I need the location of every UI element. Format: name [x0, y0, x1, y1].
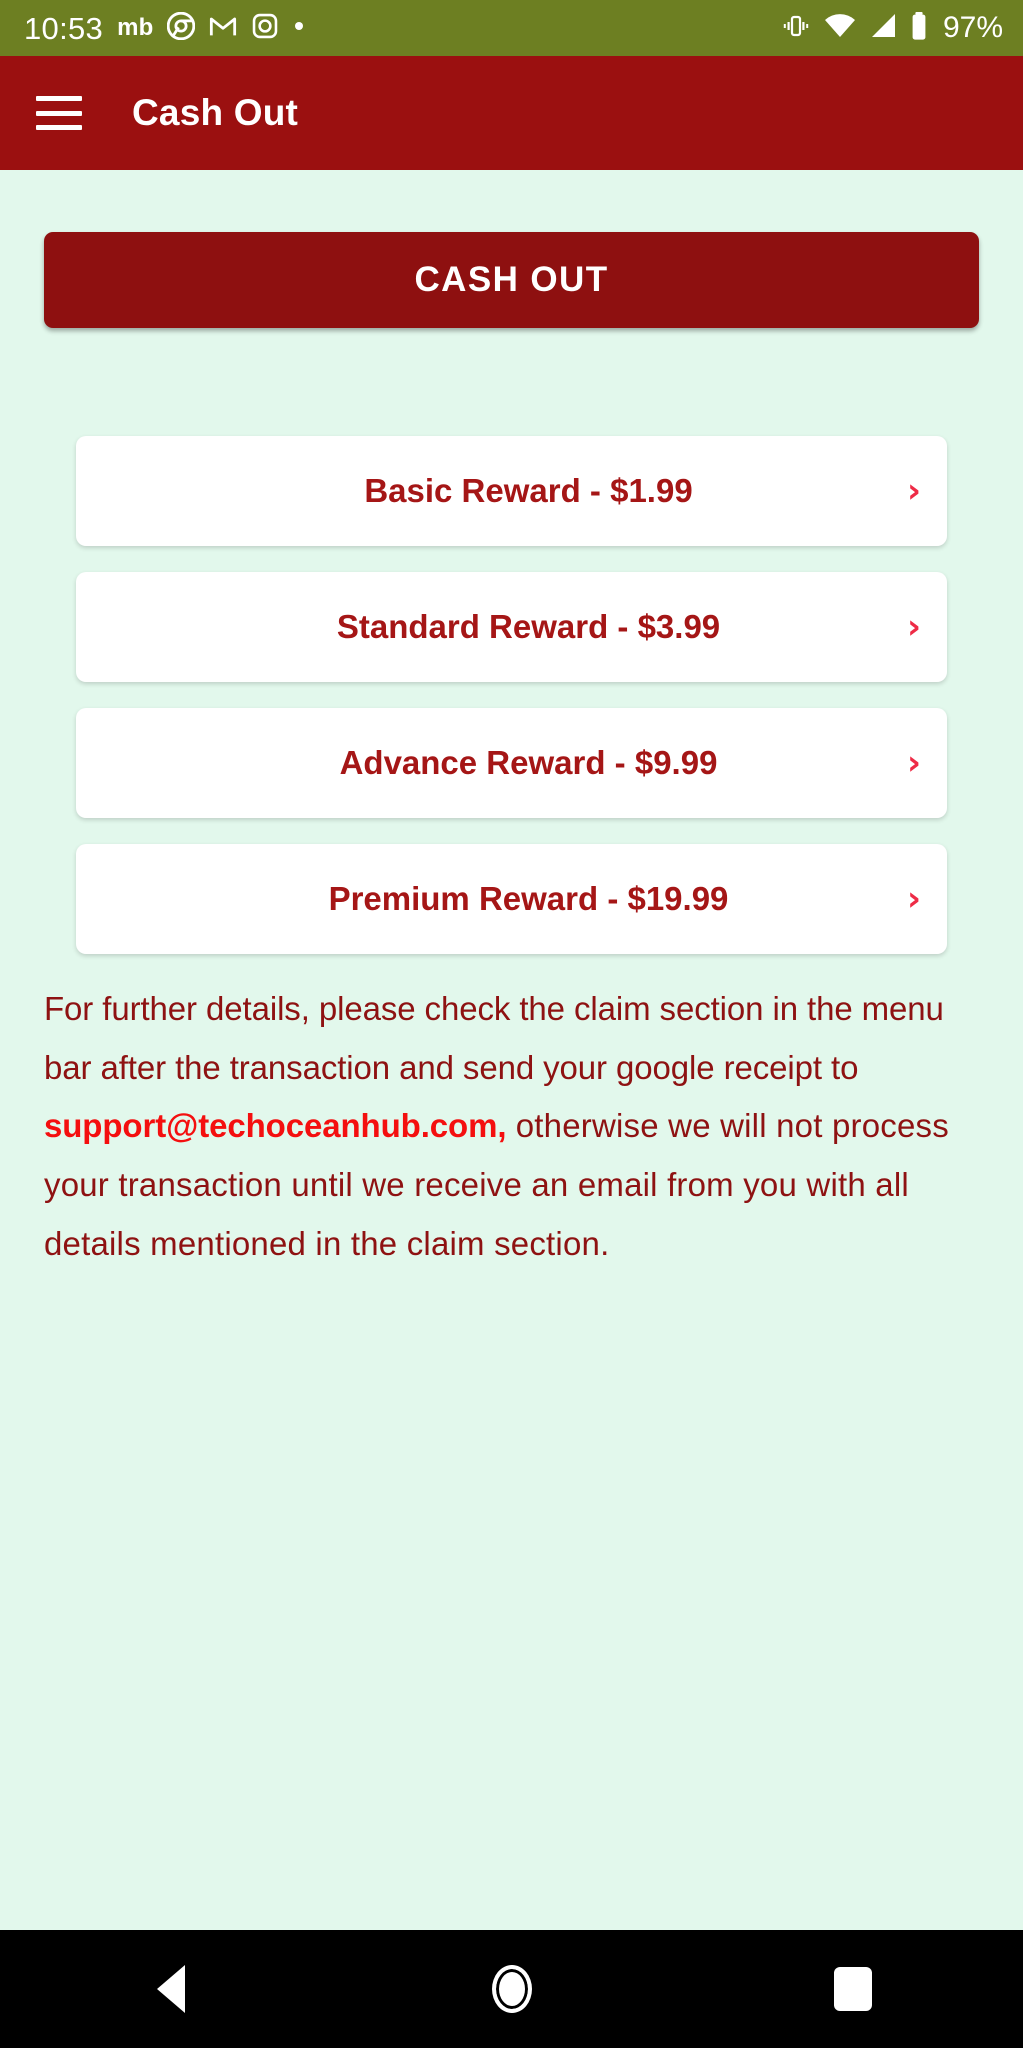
status-bar: 10:53 mb 97%: [0, 0, 1023, 56]
chevron-right-icon: ›: [906, 879, 921, 919]
reward-label: Advance Reward - $9.99: [339, 744, 718, 781]
reward-label: Standard Reward - $3.99: [336, 608, 721, 645]
cash-out-button-label: CASH OUT: [414, 260, 609, 299]
reward-card-advance[interactable]: Advance Reward - $9.99 ›: [76, 708, 947, 818]
cash-out-button[interactable]: CASH OUT: [44, 232, 979, 328]
instagram-icon: [251, 12, 279, 45]
instructions-note: For further details, please check the cl…: [44, 980, 979, 1274]
app-bar: Cash Out: [0, 56, 1023, 170]
hamburger-line: [36, 125, 82, 130]
support-email[interactable]: support@techoceanhub.com,: [44, 1107, 506, 1144]
battery-icon: [910, 11, 928, 46]
reward-label: Basic Reward - $1.99: [364, 472, 693, 509]
chrome-icon: [167, 11, 196, 45]
triangle-back-icon: [156, 1965, 185, 2013]
circle-home-icon: [491, 1965, 532, 2013]
status-time: 10:53: [24, 10, 104, 46]
reward-card-standard[interactable]: Standard Reward - $3.99 ›: [76, 572, 947, 682]
status-bar-left: 10:53 mb: [24, 10, 305, 46]
main-content: CASH OUT Basic Reward - $1.99 › Standard…: [0, 170, 1023, 1930]
back-button[interactable]: [101, 1930, 241, 2048]
gmail-icon: [209, 12, 237, 45]
note-text-before-email: For further details, please check the cl…: [44, 990, 944, 1086]
reward-list: Basic Reward - $1.99 › Standard Reward -…: [44, 436, 979, 954]
system-navigation-bar: [0, 1930, 1023, 2048]
reward-card-basic[interactable]: Basic Reward - $1.99 ›: [76, 436, 947, 546]
hamburger-line: [36, 110, 82, 116]
chevron-right-icon: ›: [906, 607, 921, 647]
cellular-signal-icon: [869, 13, 897, 44]
reward-label: Premium Reward - $19.99: [328, 880, 729, 917]
mb-indicator: mb: [117, 14, 154, 41]
vibrate-icon: [781, 11, 811, 46]
dot-icon: [293, 19, 305, 37]
status-bar-right: 97%: [781, 11, 1003, 46]
chevron-right-icon: ›: [906, 743, 921, 783]
hamburger-line: [36, 96, 82, 101]
home-button[interactable]: [442, 1930, 582, 2048]
recents-button[interactable]: [783, 1930, 923, 2048]
battery-percent: 97%: [942, 11, 1003, 44]
reward-card-premium[interactable]: Premium Reward - $19.99 ›: [76, 844, 947, 954]
page-title: Cash Out: [132, 92, 299, 133]
square-recents-icon: [833, 1967, 872, 2011]
chevron-right-icon: ›: [906, 471, 921, 511]
phone-screen: 10:53 mb 97% Cash Out CASH OUT Basic Rew…: [0, 0, 1023, 2048]
wifi-icon: [824, 13, 856, 44]
hamburger-menu-icon[interactable]: [36, 96, 82, 130]
